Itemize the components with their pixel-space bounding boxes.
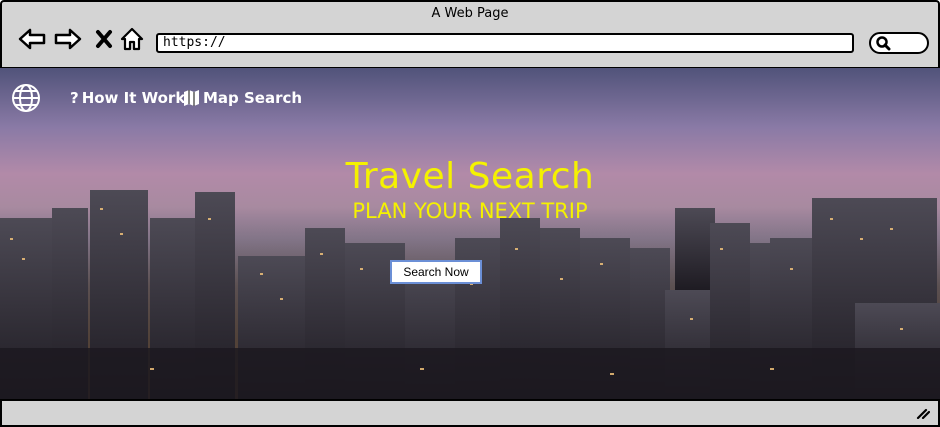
home-icon	[120, 27, 144, 51]
browser-search-field[interactable]	[869, 32, 929, 54]
nav-map-search[interactable]: Map Search	[183, 89, 302, 107]
site-nav: ? How It Works Map Search	[0, 68, 940, 128]
window-title: A Web Page	[431, 6, 509, 21]
search-icon	[876, 36, 891, 51]
close-icon	[96, 30, 112, 48]
browser-toolbar: A Web Page https://	[0, 0, 940, 68]
map-icon	[184, 90, 199, 106]
browser-window: A Web Page https:// ? How It Works Map S…	[0, 0, 940, 427]
status-bar	[0, 399, 940, 427]
globe-icon[interactable]	[10, 82, 42, 114]
nav-how-it-works[interactable]: ? How It Works	[70, 89, 194, 107]
page-subtitle: PLAN YOUR NEXT TRIP	[352, 199, 588, 223]
back-button[interactable]	[18, 26, 46, 52]
page-title: Travel Search	[345, 156, 595, 197]
hero-banner: ? How It Works Map Search Travel Search …	[0, 68, 940, 399]
search-now-button[interactable]: Search Now	[390, 260, 482, 284]
question-icon: ?	[70, 89, 79, 107]
nav-map-search-label: Map Search	[203, 89, 303, 107]
forward-button[interactable]	[54, 26, 82, 52]
nav-how-it-works-label: How It Works	[81, 89, 195, 107]
arrow-right-icon	[54, 28, 82, 50]
arrow-left-icon	[18, 28, 46, 50]
resize-grip-icon[interactable]	[916, 407, 930, 419]
address-bar[interactable]: https://	[156, 33, 854, 53]
home-button[interactable]	[118, 26, 146, 52]
stop-button[interactable]	[90, 26, 118, 52]
